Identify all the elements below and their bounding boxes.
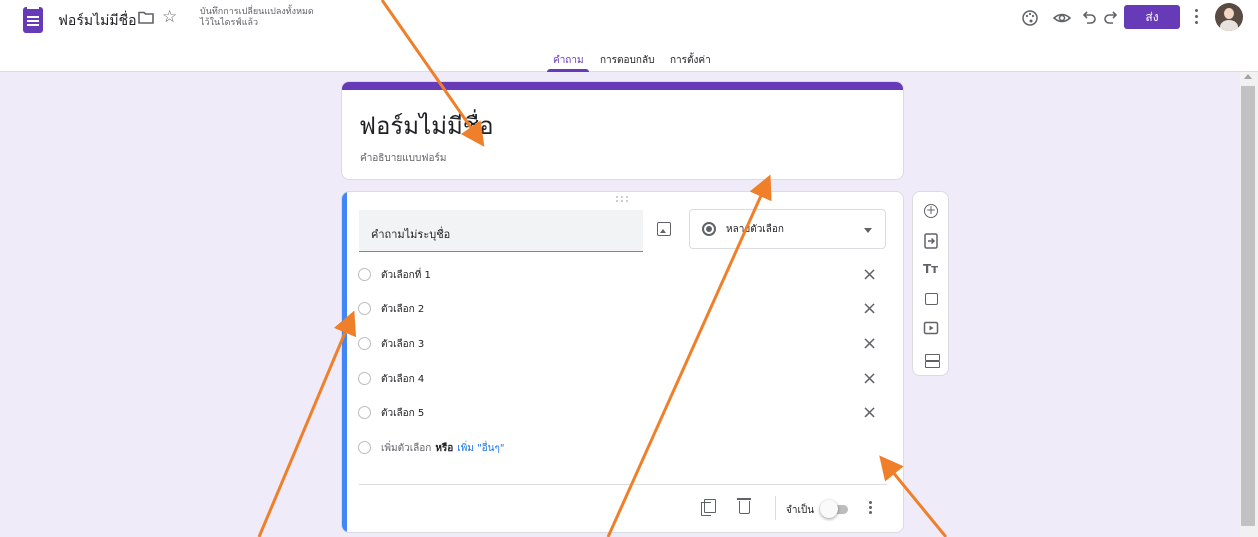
scroll-up-icon[interactable] [1244, 74, 1252, 79]
more-vert-icon[interactable] [1190, 6, 1202, 28]
tab-bar: คำถาม การตอบกลับ การตั้งค่า [0, 50, 1258, 72]
toggle-knob[interactable] [820, 500, 838, 518]
option-row[interactable]: ตัวเลือก 2 × [358, 299, 888, 319]
add-option-row: เพิ่มตัวเลือก หรือ เพิ่ม "อื่นๆ" [358, 438, 888, 458]
option-row[interactable]: ตัวเลือก 4 × [358, 369, 888, 389]
forms-logo-icon[interactable] [23, 7, 43, 33]
side-toolbar: + Tт [912, 191, 949, 376]
undo-icon[interactable] [1079, 8, 1099, 28]
tab-responses[interactable]: การตอบกลับ [600, 53, 654, 68]
save-status: บันทึกการเปลี่ยนแปลงทั้งหมดไว้ในไดรฟ์แล้… [200, 7, 314, 28]
active-tab-indicator [547, 69, 589, 72]
tab-questions[interactable]: คำถาม [553, 53, 584, 68]
eye-icon[interactable] [1052, 8, 1072, 28]
import-questions-icon[interactable] [921, 231, 941, 251]
dropdown-arrow-icon [864, 228, 872, 233]
folder-icon[interactable] [138, 11, 154, 24]
divider [359, 484, 887, 485]
option-label[interactable]: ตัวเลือก 3 [381, 337, 424, 352]
form-title[interactable]: ฟอร์มไม่มีชื่อ [359, 106, 494, 145]
radio-icon [358, 372, 371, 385]
redo-icon[interactable] [1101, 8, 1121, 28]
radio-icon [358, 441, 371, 454]
remove-option-icon[interactable]: × [862, 334, 877, 354]
star-icon[interactable]: ☆ [162, 7, 177, 27]
add-question-icon[interactable]: + [924, 204, 938, 218]
add-option-label: เพิ่มตัวเลือก หรือ เพิ่ม "อื่นๆ" [381, 441, 505, 456]
option-label[interactable]: ตัวเลือก 5 [381, 406, 424, 421]
remove-option-icon[interactable]: × [862, 369, 877, 389]
question-more-icon[interactable] [867, 499, 873, 517]
question-type-select[interactable]: หลายตัวเลือก [689, 209, 886, 249]
palette-icon[interactable] [1020, 8, 1040, 28]
radio-icon [358, 268, 371, 281]
option-row[interactable]: ตัวเลือกที่ 1 × [358, 265, 888, 285]
trash-icon[interactable] [737, 498, 751, 514]
send-button[interactable]: ส่ง [1124, 5, 1180, 29]
document-title[interactable]: ฟอร์มไม่มีชื่อ [58, 10, 136, 32]
radio-icon [358, 302, 371, 315]
add-video-icon[interactable] [921, 318, 941, 338]
question-title-input[interactable]: คำถามไม่ระบุชื่อ [359, 210, 643, 252]
or-text: หรือ [435, 443, 454, 454]
divider [775, 496, 776, 520]
remove-option-icon[interactable]: × [862, 403, 877, 423]
question-title: คำถามไม่ระบุชื่อ [371, 228, 451, 241]
question-card[interactable]: คำถามไม่ระบุชื่อ หลายตัวเลือก ตัวเลือกที… [341, 191, 904, 533]
active-question-bar [342, 192, 347, 532]
remove-option-icon[interactable]: × [862, 265, 877, 285]
add-other-link[interactable]: เพิ่ม "อื่นๆ" [457, 443, 504, 454]
avatar[interactable] [1215, 3, 1243, 31]
radio-icon [358, 337, 371, 350]
required-label: จำเป็น [786, 505, 815, 516]
option-label[interactable]: ตัวเลือก 2 [381, 302, 424, 317]
accent-bar [342, 82, 903, 90]
question-type-label: หลายตัวเลือก [726, 224, 784, 235]
option-row[interactable]: ตัวเลือก 3 × [358, 334, 888, 354]
form-description[interactable]: คำอธิบายแบบฟอร์ม [360, 151, 446, 166]
scroll-thumb[interactable] [1241, 86, 1255, 526]
add-title-icon[interactable]: Tт [923, 262, 938, 276]
add-section-icon[interactable] [925, 354, 940, 368]
radio-icon [358, 406, 371, 419]
tab-settings[interactable]: การตั้งค่า [670, 53, 711, 68]
add-option-link[interactable]: เพิ่มตัวเลือก [381, 443, 431, 454]
option-row[interactable]: ตัวเลือก 5 × [358, 403, 888, 423]
form-title-card[interactable]: ฟอร์มไม่มีชื่อ คำอธิบายแบบฟอร์ม [341, 81, 904, 180]
add-image-icon[interactable] [925, 293, 938, 305]
duplicate-icon[interactable] [701, 499, 716, 516]
radio-button-icon [702, 222, 716, 236]
remove-option-icon[interactable]: × [862, 299, 877, 319]
option-label[interactable]: ตัวเลือกที่ 1 [381, 268, 431, 283]
add-image-icon[interactable] [657, 222, 671, 236]
drag-handle-icon[interactable] [616, 196, 630, 204]
option-label[interactable]: ตัวเลือก 4 [381, 372, 424, 387]
arrow-to-option-radio [257, 310, 357, 537]
